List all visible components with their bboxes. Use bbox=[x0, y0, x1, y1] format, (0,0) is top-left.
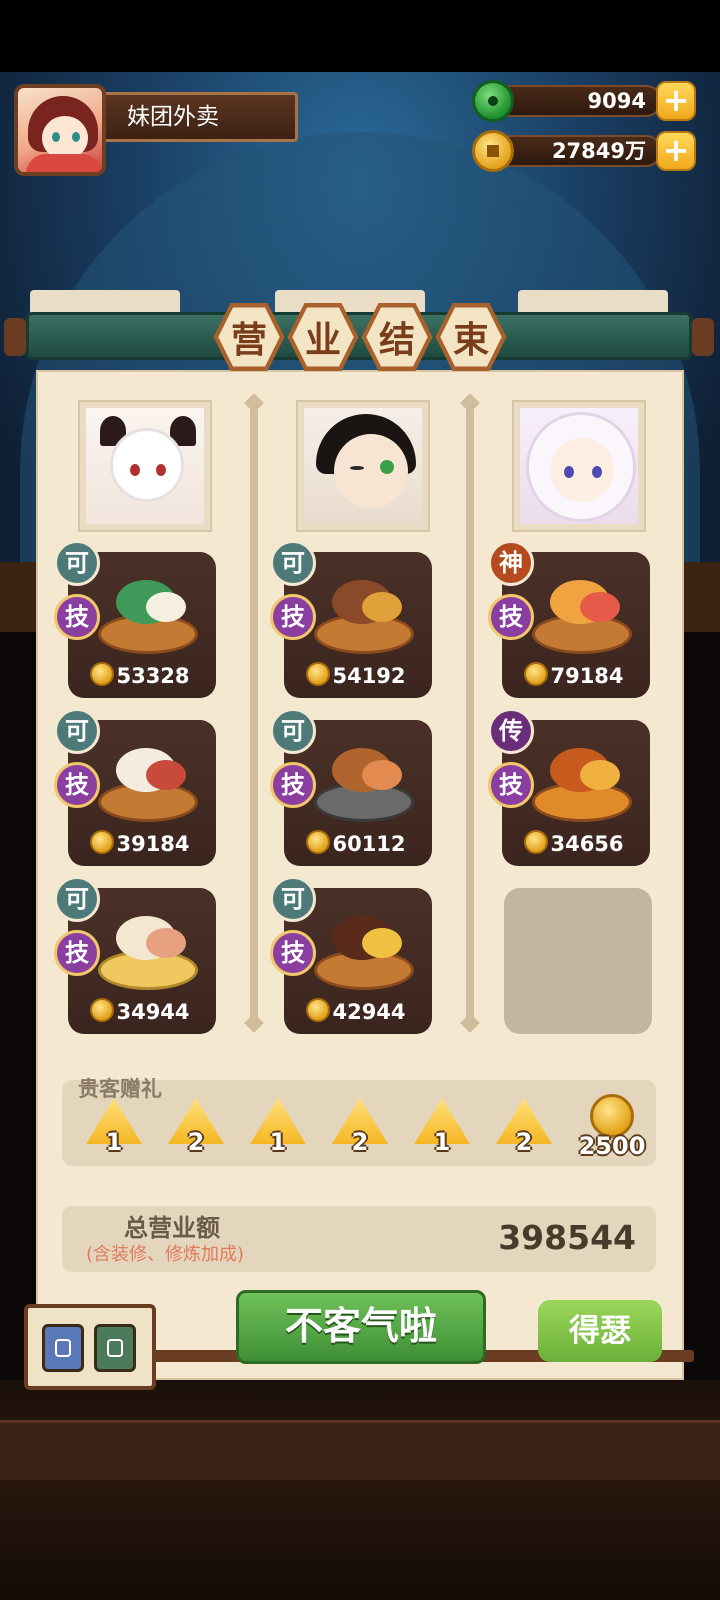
dish-price: 54192 bbox=[332, 664, 406, 688]
empty-dish-slot bbox=[504, 888, 652, 1034]
panel-title: 营 业 结 束 bbox=[212, 300, 508, 376]
status-area bbox=[0, 0, 720, 72]
badge-grade: 传 bbox=[488, 708, 534, 754]
rice-ball-gift[interactable]: 2 bbox=[166, 1092, 226, 1156]
rice-ball-gift[interactable]: 1 bbox=[248, 1092, 308, 1156]
share-button-1[interactable] bbox=[42, 1324, 84, 1372]
badge-grade: 可 bbox=[54, 540, 100, 586]
total-revenue-value: 398544 bbox=[498, 1218, 636, 1257]
badge-skill: 技 bbox=[54, 930, 100, 976]
show-off-button[interactable]: 得瑟 bbox=[538, 1300, 662, 1362]
chef-portrait-dark-hair[interactable] bbox=[296, 400, 430, 532]
add-jade-button[interactable]: + bbox=[656, 81, 696, 121]
player-name: 妹团外卖 bbox=[94, 92, 298, 142]
badge-skill: 技 bbox=[270, 762, 316, 808]
jade-icon bbox=[472, 80, 514, 122]
background-bottom bbox=[0, 1380, 720, 1600]
dish-price: 53328 bbox=[116, 664, 190, 688]
rice-ball-gift[interactable]: 2 bbox=[494, 1092, 554, 1156]
share-button-2[interactable] bbox=[94, 1324, 136, 1372]
badge-skill: 技 bbox=[270, 930, 316, 976]
avatar[interactable] bbox=[14, 84, 106, 176]
chef-portrait-white-cat[interactable] bbox=[78, 400, 212, 532]
title-char: 营 bbox=[218, 307, 280, 367]
jade-amount: 9094 bbox=[494, 85, 662, 117]
rice-ball-gift[interactable]: 1 bbox=[84, 1092, 144, 1156]
rice-ball-gift[interactable]: 2 bbox=[330, 1092, 390, 1156]
confirm-button[interactable]: 不客气啦 bbox=[236, 1290, 486, 1364]
badge-skill: 技 bbox=[54, 762, 100, 808]
badge-skill: 技 bbox=[54, 594, 100, 640]
badge-grade: 可 bbox=[54, 708, 100, 754]
badge-grade: 可 bbox=[54, 876, 100, 922]
badge-grade: 可 bbox=[270, 876, 316, 922]
badge-skill: 技 bbox=[488, 762, 534, 808]
add-gold-button[interactable]: + bbox=[656, 131, 696, 171]
title-char: 业 bbox=[292, 307, 354, 367]
badge-grade: 可 bbox=[270, 708, 316, 754]
dish-price: 60112 bbox=[332, 832, 406, 856]
badge-grade: 神 bbox=[488, 540, 534, 586]
dish-price: 42944 bbox=[332, 1000, 406, 1024]
gold-coin-icon bbox=[472, 130, 514, 172]
rice-ball-gift[interactable]: 1 bbox=[412, 1092, 472, 1156]
share-panel bbox=[24, 1304, 156, 1390]
dish-price: 39184 bbox=[116, 832, 190, 856]
gold-amount: 27849万 bbox=[494, 135, 662, 167]
badge-skill: 技 bbox=[270, 594, 316, 640]
gold-currency: 27849万 + bbox=[472, 130, 696, 172]
dish-price: 79184 bbox=[550, 664, 624, 688]
column-divider bbox=[250, 398, 258, 1024]
badge-grade: 可 bbox=[270, 540, 316, 586]
dish-price: 34656 bbox=[550, 832, 624, 856]
chef-portrait-hood-girl[interactable] bbox=[512, 400, 646, 532]
title-char: 结 bbox=[366, 307, 428, 367]
total-revenue-label: 总营业额 bbox=[124, 1214, 220, 1242]
dish-price: 34944 bbox=[116, 1000, 190, 1024]
column-divider bbox=[466, 398, 474, 1024]
total-revenue-note: (含装修、修炼加成) bbox=[86, 1244, 245, 1265]
title-char: 束 bbox=[440, 307, 502, 367]
jade-currency: 9094 + bbox=[472, 80, 696, 122]
badge-skill: 技 bbox=[488, 594, 534, 640]
coin-gift[interactable]: 2500 bbox=[576, 1094, 648, 1160]
